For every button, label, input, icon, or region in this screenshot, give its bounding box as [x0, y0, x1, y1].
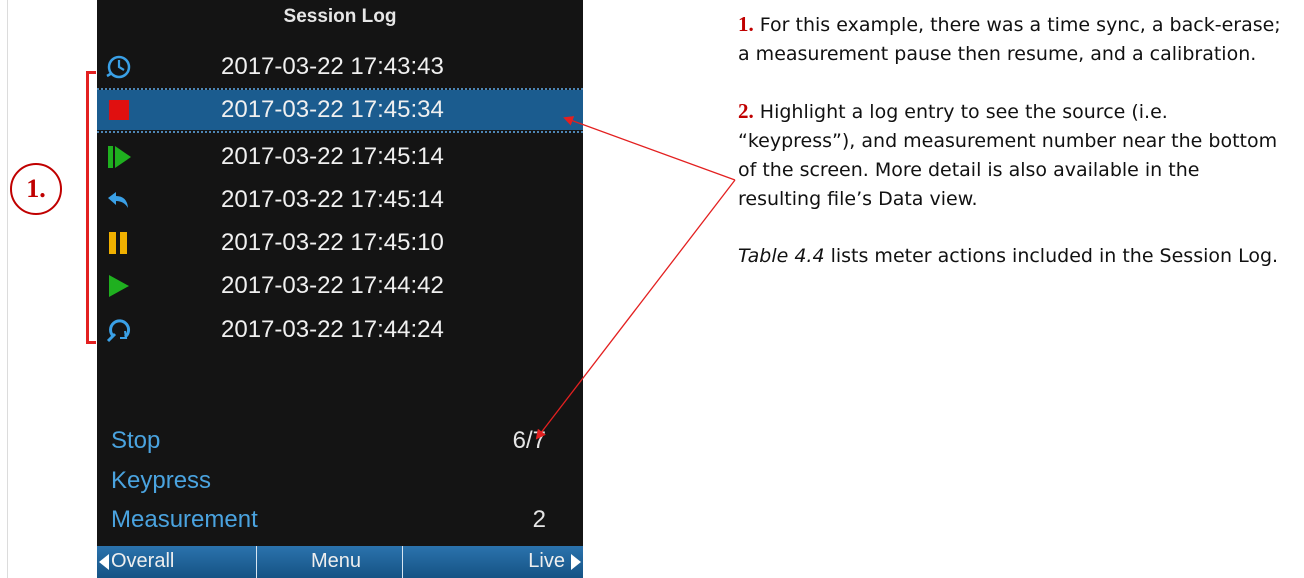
- table-reference-text: lists meter actions included in the Sess…: [824, 245, 1279, 267]
- note-number: 1.: [738, 12, 754, 36]
- note-2: 2. Highlight a log entry to see the sour…: [738, 97, 1288, 214]
- table-reference: Table 4.4: [738, 245, 825, 267]
- note-text: Highlight a log entry to see the source …: [738, 101, 1278, 210]
- note-number: 2.: [738, 99, 754, 123]
- explanation-notes: 1. For this example, there was a time sy…: [738, 10, 1288, 299]
- note-1: 1. For this example, there was a time sy…: [738, 10, 1288, 69]
- table-reference-note: Table 4.4 lists meter actions included i…: [738, 242, 1288, 271]
- note-text: For this example, there was a time sync,…: [738, 14, 1281, 65]
